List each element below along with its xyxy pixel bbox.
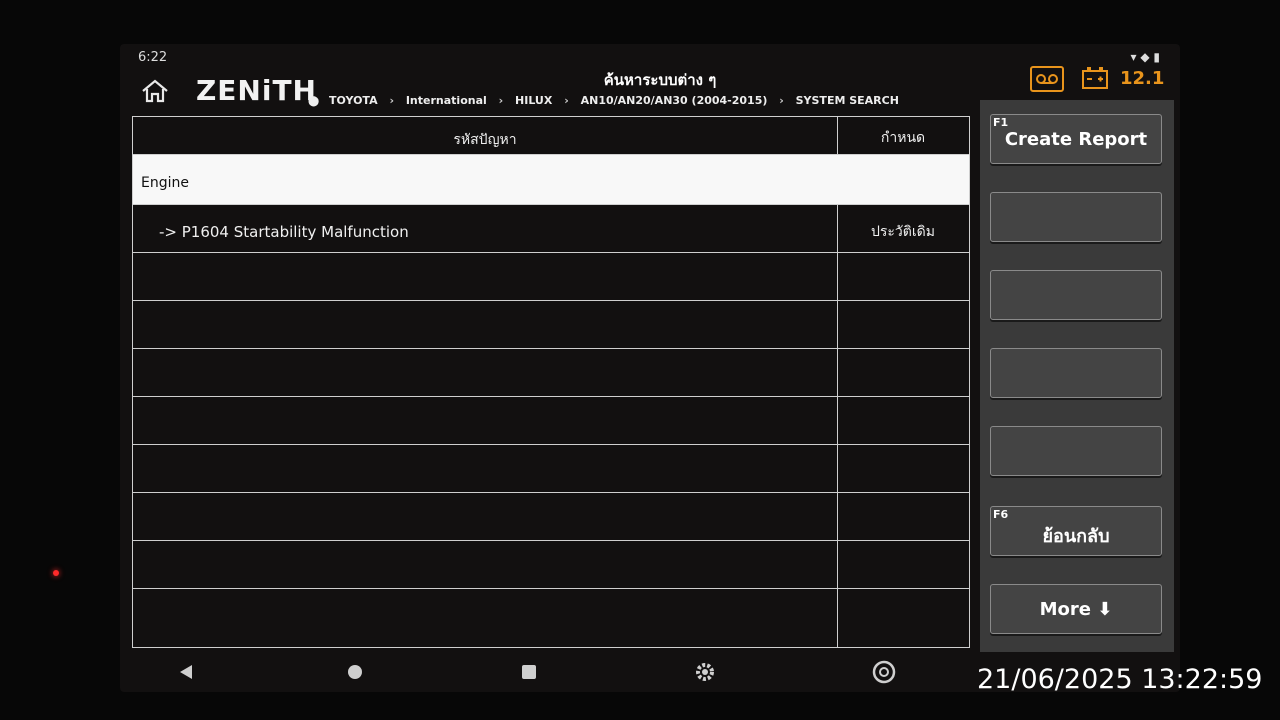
function-button-f5[interactable] [990, 426, 1162, 476]
settings-gear-icon[interactable] [691, 658, 719, 686]
back-triangle-icon[interactable] [172, 658, 200, 686]
chevron-right-icon: › [498, 94, 504, 107]
button-label: ย้อนกลับ [1042, 526, 1110, 547]
home-icon[interactable] [140, 78, 170, 104]
dtc-code: -> P1604 Startability Malfunction [159, 223, 409, 241]
zenith-logo: ZENiTH [196, 74, 317, 107]
chevron-right-icon: › [779, 94, 784, 107]
home-circle-icon[interactable] [341, 658, 369, 686]
column-divider [837, 397, 838, 444]
group-row-engine[interactable]: Engine [133, 155, 969, 205]
breadcrumb-item[interactable]: SYSTEM SEARCH [796, 94, 899, 107]
fkey-label: F6 [993, 508, 1009, 521]
function-button-f3[interactable] [990, 270, 1162, 320]
table-row[interactable]: -> P1604 Startability Malfunction ประวัต… [133, 205, 969, 253]
signal-battery-icon: ▾ ◆ ▮ [1130, 50, 1160, 64]
page-title: ค้นหาระบบต่าง ๆ [603, 71, 717, 89]
table-row[interactable] [133, 349, 969, 397]
column-header-code: รหัสปัญหา [453, 132, 517, 148]
column-divider [837, 493, 838, 540]
more-button[interactable]: More ⬇ [990, 584, 1162, 634]
column-divider [837, 541, 838, 588]
button-label: More ⬇ [1039, 599, 1113, 620]
table-row[interactable] [133, 541, 969, 589]
back-button[interactable]: F6 ย้อนกลับ [990, 506, 1162, 556]
table-row[interactable] [133, 253, 969, 301]
table-header-row: รหัสปัญหา กำหนด [133, 117, 969, 155]
status-bar: 6:22 ▾ ◆ ▮ [138, 50, 1160, 66]
location-pin-icon: ⬤ [308, 96, 320, 107]
fkey-label: F1 [993, 116, 1009, 129]
breadcrumb-item[interactable]: International [406, 94, 487, 107]
breadcrumb: ⬤ TOYOTA › International › HILUX › AN10/… [308, 94, 899, 107]
function-key-panel: F1 Create Report F6 ย้อนกลับ More ⬇ [980, 100, 1174, 652]
voltage-readout: 12.1 [1120, 68, 1165, 89]
group-label: Engine [141, 175, 189, 191]
button-label: Create Report [1004, 129, 1148, 150]
battery-icon[interactable] [1082, 66, 1108, 90]
table-row[interactable] [133, 589, 969, 647]
breadcrumb-item[interactable]: TOYOTA [329, 94, 378, 107]
table-row[interactable] [133, 445, 969, 493]
chevron-right-icon: › [389, 94, 394, 107]
recents-square-icon[interactable] [515, 658, 543, 686]
column-divider [837, 589, 838, 647]
function-button-f2[interactable] [990, 192, 1162, 242]
dtc-status: ประวัติเดิม [871, 224, 935, 240]
breadcrumb-item[interactable]: AN10/AN20/AN30 (2004-2015) [581, 94, 768, 107]
column-divider [837, 349, 838, 396]
column-divider [837, 253, 838, 300]
browser-icon[interactable] [870, 658, 898, 686]
create-report-button[interactable]: F1 Create Report [990, 114, 1162, 164]
photo-timestamp: 21/06/2025 13:22:59 [977, 664, 1263, 695]
function-button-f4[interactable] [990, 348, 1162, 398]
column-divider [837, 445, 838, 492]
dtc-table: รหัสปัญหา กำหนด Engine -> P1604 Startabi… [132, 116, 970, 648]
power-led [53, 570, 59, 576]
status-time: 6:22 [138, 50, 168, 65]
table-row[interactable] [133, 301, 969, 349]
column-header-status: กำหนด [880, 130, 926, 146]
column-divider [837, 117, 838, 154]
column-divider [837, 301, 838, 348]
recorder-icon[interactable] [1030, 66, 1064, 92]
column-divider [837, 205, 838, 252]
chevron-right-icon: › [564, 94, 569, 107]
breadcrumb-item[interactable]: HILUX [515, 94, 552, 107]
table-row[interactable] [133, 493, 969, 541]
table-row[interactable] [133, 397, 969, 445]
device-screen: 6:22 ▾ ◆ ▮ ZENiTH ค้นหาระบบต่าง ๆ ⬤ TOYO… [120, 44, 1180, 692]
